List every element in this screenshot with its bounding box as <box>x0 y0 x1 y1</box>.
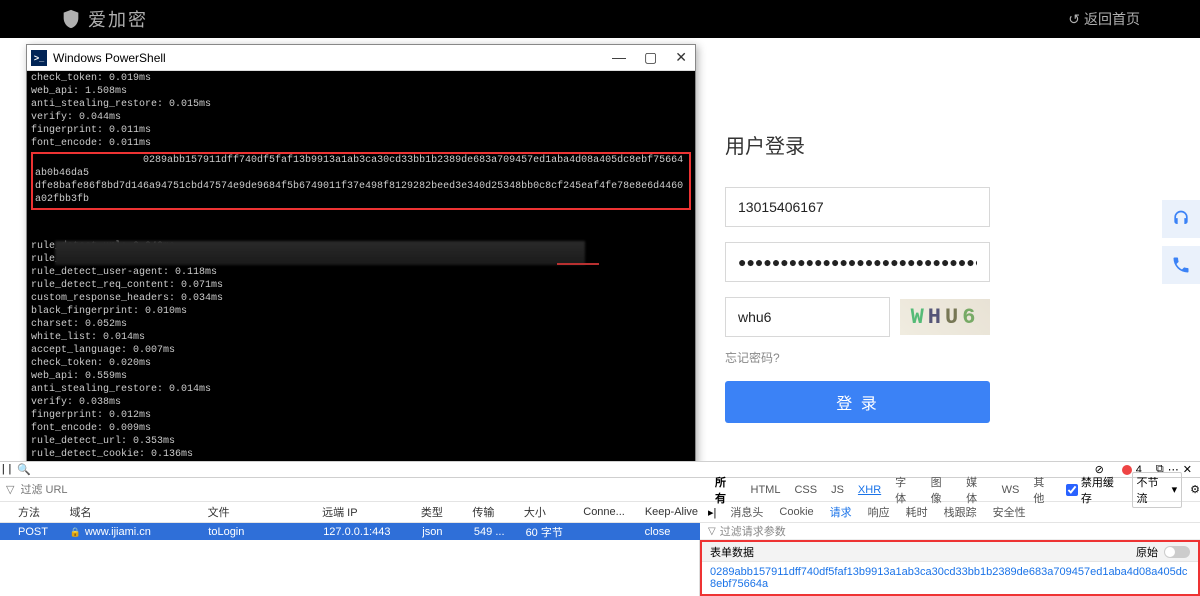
phone-button[interactable] <box>1162 246 1200 284</box>
tab-css[interactable]: CSS <box>791 482 820 498</box>
filter-request-label: 过滤请求参数 <box>720 523 786 539</box>
float-actions <box>1162 200 1200 284</box>
subtab-request[interactable]: 请求 <box>828 502 854 522</box>
password-input[interactable] <box>725 242 990 282</box>
tab-js[interactable]: JS <box>828 482 847 498</box>
powershell-icon: >_ <box>31 50 47 66</box>
close-button[interactable]: ✕ <box>675 49 687 66</box>
captcha-input[interactable] <box>725 297 890 337</box>
brand-logo: 爱加密 <box>60 6 148 32</box>
maximize-button[interactable]: ▢ <box>644 49 657 66</box>
phone-icon <box>1171 255 1191 275</box>
terminal-body[interactable]: check_token: 0.019msweb_api: 1.508msanti… <box>27 71 695 468</box>
devtools-panel: ▽ 所有 HTML CSS JS XHR 字体 图像 媒体 WS 其他 禁用缓存… <box>0 477 1200 590</box>
tab-html[interactable]: HTML <box>748 482 784 498</box>
search-icon[interactable]: 🔍 <box>17 463 31 476</box>
subtab-headers[interactable]: 消息头 <box>728 502 765 522</box>
subtab-security[interactable]: 安全性 <box>991 502 1028 522</box>
login-panel: 用户登录 WHU6 忘记密码? 登 录 <box>725 130 1035 423</box>
url-filter-input[interactable] <box>20 484 140 496</box>
raw-toggle[interactable] <box>1164 546 1190 558</box>
app-topbar: 爱加密 ↺ 返回首页 <box>0 0 1200 38</box>
powershell-window: >_ Windows PowerShell — ▢ ✕ check_token:… <box>26 44 696 469</box>
window-titlebar[interactable]: >_ Windows PowerShell — ▢ ✕ <box>27 45 695 71</box>
subtab-response[interactable]: 响应 <box>866 502 892 522</box>
username-input[interactable] <box>725 187 990 227</box>
subtab-timings[interactable]: 耗时 <box>904 502 930 522</box>
blurred-region <box>55 241 585 265</box>
tab-collapse-icon[interactable]: ▸| <box>708 506 716 519</box>
gear-icon[interactable]: ⚙ <box>1190 483 1200 496</box>
filter-icon[interactable]: ▽ <box>708 526 716 537</box>
login-title: 用户登录 <box>725 130 1035 159</box>
request-detail-panel: 表单数据 原始 0289abb157911dff740df5faf13b9913… <box>700 540 1200 596</box>
forgot-password-link[interactable]: 忘记密码? <box>725 349 1035 366</box>
disable-cache-checkbox[interactable]: 禁用缓存 <box>1066 474 1124 506</box>
network-table-empty <box>0 540 700 596</box>
window-title: Windows PowerShell <box>53 51 166 65</box>
tab-ws[interactable]: WS <box>999 482 1023 498</box>
minimize-button[interactable]: — <box>612 49 626 66</box>
network-columns-header: 方法 域名 文件 远端 IP 类型 传输 大小 Conne... Keep-Al… <box>0 502 700 522</box>
tab-xhr[interactable]: XHR <box>855 482 884 498</box>
form-data-value[interactable]: 0289abb157911dff740df5faf13b9913a1ab3ca3… <box>702 562 1198 594</box>
captcha-image[interactable]: WHU6 <box>900 299 990 335</box>
back-arrow-icon: ↺ <box>1068 11 1080 28</box>
form-data-label: 表单数据 <box>710 544 754 560</box>
filter-icon[interactable]: ▽ <box>6 483 14 496</box>
back-home-link[interactable]: ↺ 返回首页 <box>1068 9 1140 29</box>
support-headset-button[interactable] <box>1162 200 1200 238</box>
highlighted-output: 0289abb157911dff740df5faf13b9913a1ab3ca3… <box>31 152 691 210</box>
subtab-cookie[interactable]: Cookie <box>777 504 815 520</box>
network-request-row[interactable]: POST www.ijiami.cn toLogin 127.0.0.1:443… <box>0 523 700 540</box>
shield-icon <box>60 8 82 30</box>
chevron-down-icon: ▾ <box>1172 483 1178 496</box>
brand-text: 爱加密 <box>88 6 148 32</box>
pause-icon[interactable]: || <box>0 464 13 476</box>
raw-label: 原始 <box>1136 544 1158 560</box>
back-home-label: 返回首页 <box>1084 9 1140 29</box>
login-button[interactable]: 登 录 <box>725 381 990 423</box>
subtab-stack[interactable]: 栈跟踪 <box>942 502 979 522</box>
headset-icon <box>1171 209 1191 229</box>
